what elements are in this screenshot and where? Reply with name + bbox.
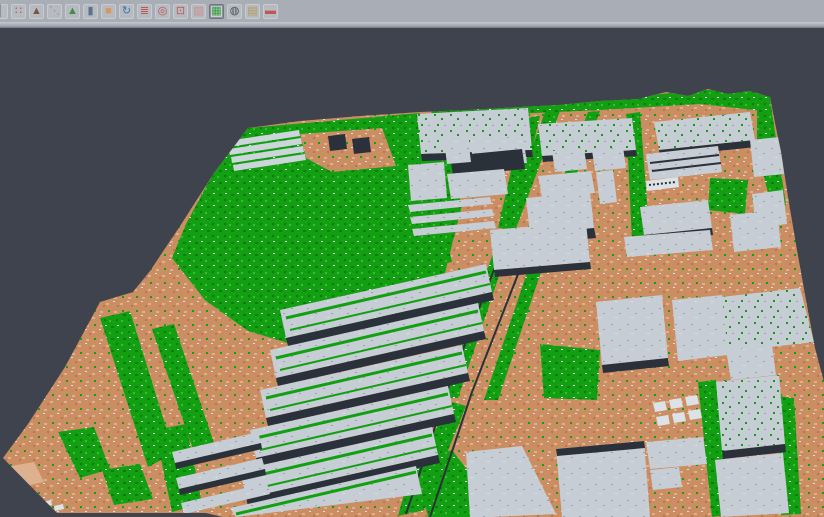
checker-tool-glyph: ▨: [193, 6, 203, 17]
checker-tool-icon[interactable]: ▨: [191, 4, 206, 19]
main-toolbar: ▌ ∷ ▲ ⋱ ▲ ▮ ■ ↻ ≣ ◎ ⊡ ▨ ▦ ◍ ▤ ▬: [0, 0, 824, 22]
viewport-3d[interactable]: [0, 0, 824, 517]
scene-veg-right-blob: [708, 178, 748, 214]
scene-bld-se-2: [715, 453, 789, 517]
scene-bld-mid-2: [672, 295, 728, 361]
column-tool-glyph: ▮: [87, 6, 93, 17]
layers-list-icon[interactable]: ≣: [137, 4, 152, 19]
sparse-points-glyph: ⋱: [49, 6, 60, 17]
classification-colors-glyph: ▦: [211, 6, 221, 17]
point-pairs-align-glyph: ∷: [15, 6, 22, 17]
target-circle-icon[interactable]: ◎: [155, 4, 170, 19]
rotate-sphere-glyph: ↻: [122, 6, 131, 17]
rotate-sphere-icon[interactable]: ↻: [119, 4, 134, 19]
scene-veg-mid-right-blob: [540, 344, 600, 400]
scene-bld-sm-2: [408, 162, 447, 201]
scene-bld-sw-3: [650, 467, 682, 490]
app-window: ▌ ∷ ▲ ⋱ ▲ ▮ ■ ↻ ≣ ◎ ⊡ ▨ ▦ ◍ ▤ ▬: [0, 0, 824, 517]
scene-shed-dark-1: [328, 134, 347, 151]
scene-bld-rcol-1: [750, 137, 784, 177]
scene-bld-rcol-3: [730, 210, 781, 252]
terrain-green-icon[interactable]: ▲: [65, 4, 80, 19]
red-stripe-tool-icon[interactable]: ▬: [263, 4, 278, 19]
scene-bld-center-2: [490, 222, 590, 270]
clip-box-icon[interactable]: ⊡: [173, 4, 188, 19]
clipped-tool-icon[interactable]: ▌: [0, 4, 8, 19]
scene-bld-sm-1: [444, 138, 471, 164]
target-circle-glyph: ◎: [158, 6, 168, 17]
ortho-square-glyph: ■: [105, 6, 112, 17]
scene-bld-se-1: [716, 375, 785, 451]
scene-bld-grid-5: [447, 169, 508, 199]
terrain-brown-glyph: ▲: [31, 6, 42, 17]
terrain-brown-icon[interactable]: ▲: [29, 4, 44, 19]
scene-svg: [0, 0, 824, 517]
layers-list-glyph: ≣: [140, 6, 149, 17]
terrain-green-glyph: ▲: [67, 6, 78, 17]
globe-tool-glyph: ◍: [230, 6, 240, 17]
globe-tool-icon[interactable]: ◍: [227, 4, 242, 19]
scene-shed-dark-2: [352, 137, 371, 154]
scene-bld-mid-1: [596, 295, 668, 365]
scene-bld-sq-1: [552, 148, 587, 172]
point-pairs-align-icon[interactable]: ∷: [11, 4, 26, 19]
sparse-points-icon[interactable]: ⋱: [47, 4, 62, 19]
scene-bld-sq-2: [592, 147, 626, 171]
clipped-tool-glyph: ▌: [0, 6, 4, 17]
histogram-tool-icon[interactable]: ▤: [245, 4, 260, 19]
ortho-square-icon[interactable]: ■: [101, 4, 116, 19]
clip-box-glyph: ⊡: [176, 6, 185, 17]
histogram-tool-glyph: ▤: [247, 6, 257, 17]
toolbar-separator: [0, 22, 824, 28]
red-stripe-tool-glyph: ▬: [265, 6, 276, 17]
classification-colors-icon[interactable]: ▦: [209, 4, 224, 19]
scene-bld-redge-1: [712, 288, 814, 352]
scene-bld-redge-2: [726, 345, 776, 380]
column-tool-icon[interactable]: ▮: [83, 4, 98, 19]
scene-bld-sw-2: [646, 437, 707, 469]
